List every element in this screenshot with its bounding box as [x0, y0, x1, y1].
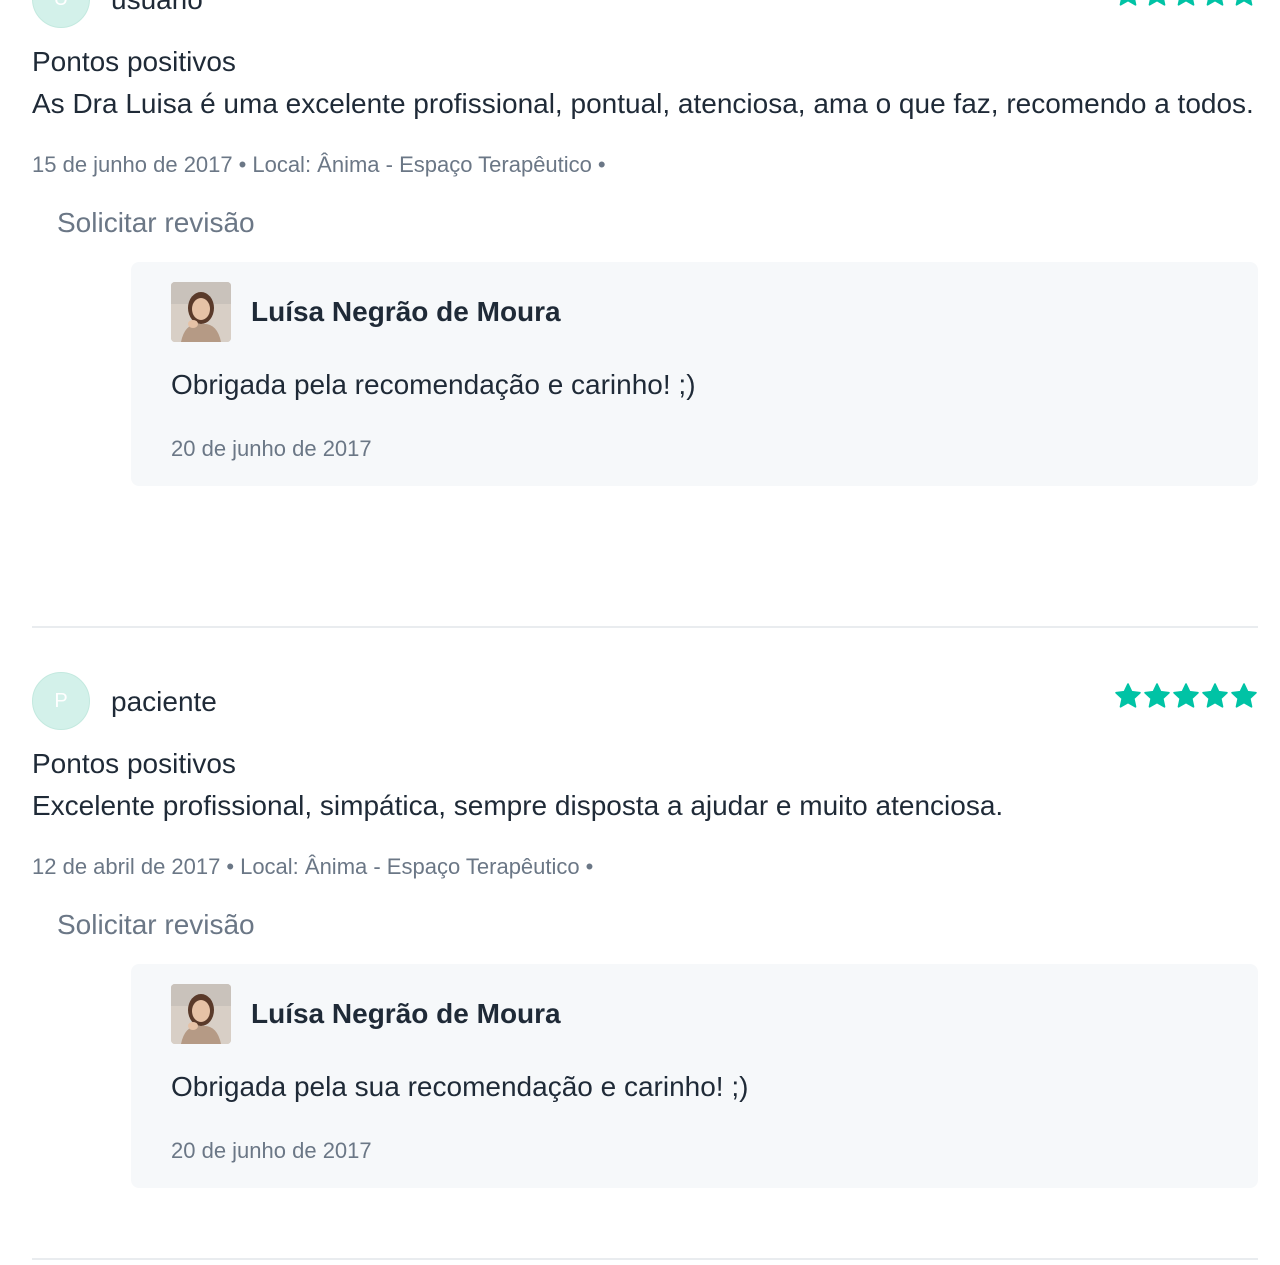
- doctor-name: Luísa Negrão de Moura: [251, 998, 561, 1029]
- star-icon: [1173, 683, 1199, 708]
- review-meta: 12 de abril de 2017 • Local: Ânima - Espaç…: [32, 852, 1258, 882]
- reply-header: Luísa Negrão de Moura: [171, 984, 1218, 1044]
- reply-header: Luísa Negrão de Moura: [171, 282, 1218, 342]
- doctor-avatar: [171, 984, 231, 1044]
- meta-separator: •: [597, 152, 606, 177]
- reply-text: Obrigada pela sua recomendação e carinho…: [171, 1071, 749, 1102]
- reviewer-name: usuário: [111, 0, 203, 17]
- review-section-title: Pontos positivos: [32, 46, 236, 77]
- review-text: Excelente profissional, simpática, sempr…: [32, 790, 1004, 821]
- review-header: P paciente: [32, 672, 1258, 732]
- review-date: 12 de abril de 2017: [32, 854, 221, 879]
- user-avatar: P: [32, 672, 90, 730]
- request-revision-link[interactable]: Solicitar revisão: [57, 206, 255, 240]
- star-icon: [1202, 683, 1228, 708]
- star-icon: [1235, 0, 1253, 6]
- star-rating: [1114, 682, 1258, 710]
- review-card: U usuário Pontos positivos As Dra Luisa …: [32, 0, 1258, 486]
- meta-separator: •: [226, 854, 235, 879]
- meta-separator: •: [238, 152, 247, 177]
- request-revision-link[interactable]: Solicitar revisão: [57, 908, 255, 942]
- doctor-reply: Luísa Negrão de Moura Obrigada pela sua …: [131, 964, 1258, 1188]
- reply-text: Obrigada pela recomendação e carinho! ;): [171, 369, 696, 400]
- review-text: As Dra Luisa é uma excelente profissiona…: [32, 88, 1254, 119]
- star-rating: [1114, 0, 1258, 8]
- review-section-title: Pontos positivos: [32, 748, 236, 779]
- star-icon: [1119, 0, 1137, 6]
- review-date: 15 de junho de 2017: [32, 152, 233, 177]
- divider: [32, 626, 1258, 628]
- review-location: Local: Ânima - Espaço Terapêutico: [252, 152, 592, 177]
- review-card: P paciente Pontos positivos Excelente pr…: [32, 672, 1258, 1188]
- reply-date: 20 de junho de 2017: [171, 436, 372, 461]
- review-location: Local: Ânima - Espaço Terapêutico: [240, 854, 580, 879]
- meta-separator: •: [585, 854, 594, 879]
- star-icon: [1144, 683, 1170, 708]
- reviewer-name: paciente: [111, 686, 217, 717]
- doctor-reply: Luísa Negrão de Moura Obrigada pela reco…: [131, 262, 1258, 486]
- review-meta: 15 de junho de 2017 • Local: Ânima - Espaç…: [32, 150, 1258, 180]
- review-header: U usuário: [32, 0, 1258, 30]
- star-icon: [1231, 683, 1257, 708]
- divider: [32, 1258, 1258, 1260]
- doctor-name: Luísa Negrão de Moura: [251, 296, 561, 327]
- star-icon: [1177, 0, 1195, 6]
- doctor-avatar: [171, 282, 231, 342]
- star-icon: [1148, 0, 1166, 6]
- star-icon: [1206, 0, 1224, 6]
- star-icon: [1115, 683, 1141, 708]
- user-avatar: U: [32, 0, 90, 28]
- reply-date: 20 de junho de 2017: [171, 1138, 372, 1163]
